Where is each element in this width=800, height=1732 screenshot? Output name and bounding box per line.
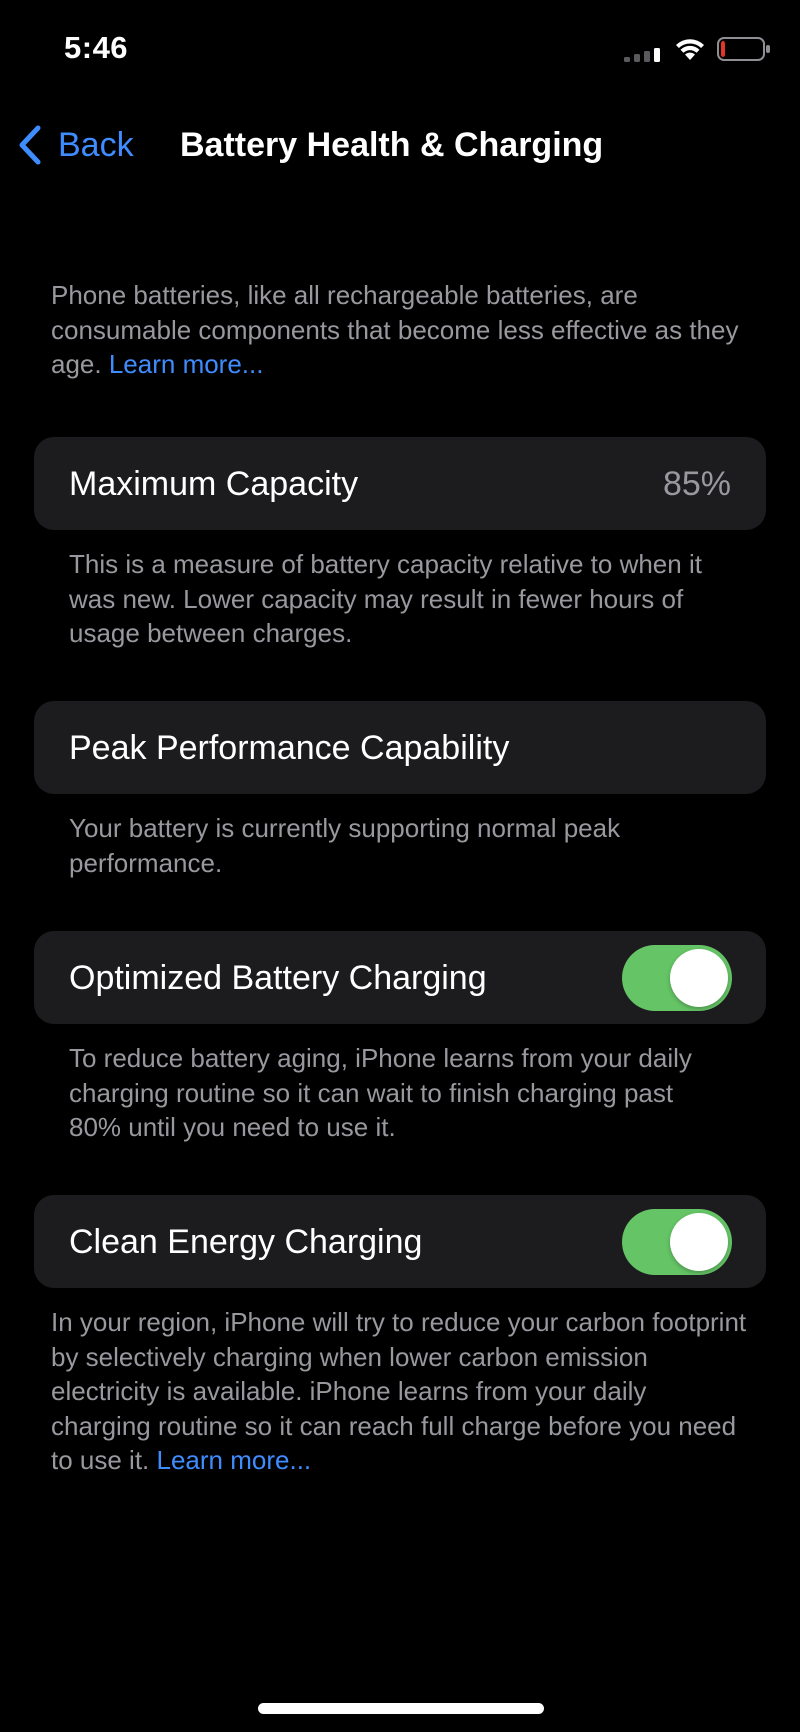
clean-energy-label: Clean Energy Charging <box>69 1223 423 1261</box>
home-indicator[interactable] <box>258 1703 544 1714</box>
clean-energy-toggle[interactable] <box>622 1209 732 1275</box>
status-bar: 5:46 <box>0 0 800 100</box>
maximum-capacity-footnote: This is a measure of battery capacity re… <box>69 549 702 648</box>
peak-performance-footnote: Your battery is currently supporting nor… <box>69 813 621 878</box>
chevron-left-icon <box>19 125 41 165</box>
optimized-charging-toggle[interactable] <box>622 945 732 1011</box>
optimized-charging-footnote: To reduce battery aging, iPhone learns f… <box>69 1043 692 1142</box>
status-time: 5:46 <box>64 30 129 65</box>
nav-bar: Back Battery Health & Charging <box>0 110 800 170</box>
optimized-charging-label: Optimized Battery Charging <box>69 959 487 997</box>
intro-text: Phone batteries, like all rechargeable b… <box>51 278 751 382</box>
clean-energy-footnote-body: In your region, iPhone will try to reduc… <box>51 1307 747 1475</box>
toggle-knob <box>670 949 728 1007</box>
battery-low-icon <box>717 37 770 61</box>
cellular-signal-icon <box>624 48 660 62</box>
back-label: Back <box>58 125 134 164</box>
wifi-icon <box>676 39 704 60</box>
clean-energy-row: Clean Energy Charging <box>34 1195 766 1288</box>
clean-energy-learn-more-link[interactable]: Learn more... <box>157 1445 312 1475</box>
maximum-capacity-value: 85% <box>662 465 731 503</box>
maximum-capacity-label: Maximum Capacity <box>69 465 359 503</box>
toggle-knob <box>670 1213 728 1271</box>
maximum-capacity-row: Maximum Capacity 85% <box>34 437 766 530</box>
clean-energy-footnote: In your region, iPhone will try to reduc… <box>51 1305 751 1478</box>
learn-more-link[interactable]: Learn more... <box>109 349 264 379</box>
peak-performance-row: Peak Performance Capability <box>34 701 766 794</box>
peak-performance-label: Peak Performance Capability <box>69 729 510 767</box>
page-title: Battery Health & Charging <box>180 126 604 164</box>
optimized-charging-row: Optimized Battery Charging <box>34 931 766 1024</box>
battery-level-fill <box>721 41 725 57</box>
back-button[interactable]: Back <box>16 122 134 168</box>
